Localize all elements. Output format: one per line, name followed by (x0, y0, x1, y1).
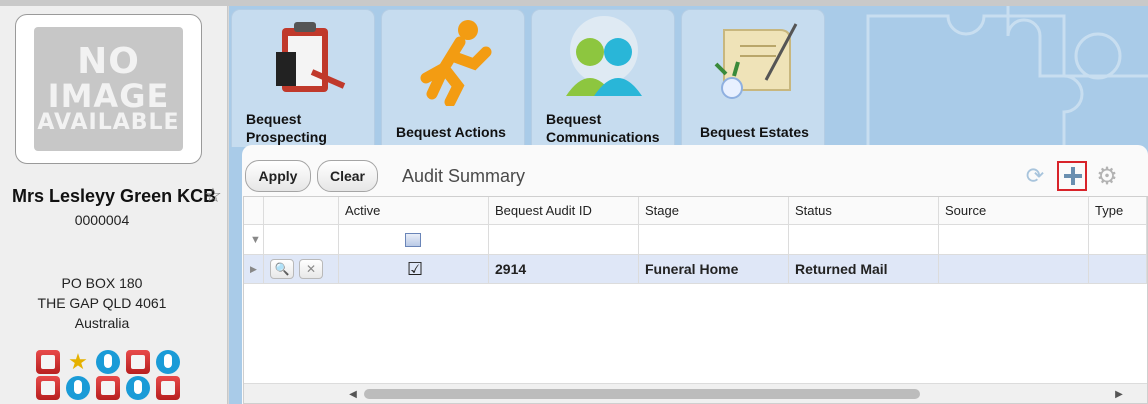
scrollbar-thumb[interactable] (364, 389, 920, 399)
view-record-search-icon[interactable]: 🔍 (270, 259, 294, 279)
column-header-type[interactable]: Type (1089, 197, 1147, 224)
audit-grid: Active Bequest Audit ID Stage Status Sou… (243, 196, 1148, 404)
column-header-active[interactable]: Active (339, 197, 489, 224)
filter-status[interactable] (789, 225, 939, 254)
cell-stage[interactable]: Funeral Home (639, 255, 789, 283)
tab-label: Bequest Actions (396, 124, 506, 140)
filter-source[interactable] (939, 225, 1089, 254)
active-checkmark-icon[interactable]: ☑ (407, 260, 423, 278)
clipboard-icon (276, 22, 346, 92)
hand-icon[interactable] (66, 376, 90, 400)
grid-filter-row: ▼ (244, 225, 1147, 255)
people-icon (566, 16, 642, 96)
hand-icon[interactable] (126, 376, 150, 400)
grid-header-row: Active Bequest Audit ID Stage Status Sou… (244, 197, 1147, 225)
cell-bequest-audit-id[interactable]: 2914 (489, 255, 639, 283)
clear-button[interactable]: Clear (317, 160, 378, 192)
tab-bequest-prospecting[interactable]: Bequest Prospecting (231, 9, 375, 147)
column-header-source[interactable]: Source (939, 197, 1089, 224)
no-image-text-line: IMAGE (47, 77, 170, 115)
address-line-2: THE GAP QLD 4061 (37, 295, 167, 311)
tab-bequest-estates[interactable]: Bequest Estates (681, 9, 825, 147)
refresh-icon[interactable]: ⟳ (1022, 163, 1048, 189)
tab-label: Bequest Communications (546, 111, 660, 145)
column-header-status[interactable]: Status (789, 197, 939, 224)
table-row[interactable]: ▶ 🔍 ✕ ☑ 2914 Funeral Home Returned Mail (244, 255, 1147, 284)
cell-status[interactable]: Returned Mail (789, 255, 939, 283)
no-image-text-line: NO (77, 41, 140, 82)
horizontal-scrollbar[interactable]: ◀ ▶ (244, 383, 1147, 403)
scroll-left-arrow-icon[interactable]: ◀ (344, 384, 362, 404)
no-image-text-line: AVAILABLE (37, 110, 180, 135)
apply-button[interactable]: Apply (245, 160, 311, 192)
main-area: Bequest Prospecting Bequest Actions Bequ… (229, 6, 1148, 404)
favorite-star-icon[interactable]: ☆ (204, 186, 222, 206)
column-header-stage[interactable]: Stage (639, 197, 789, 224)
tab-label: Bequest Prospecting (246, 111, 327, 145)
running-man-icon (420, 20, 492, 106)
filter-active-checkbox[interactable] (405, 232, 421, 247)
add-record-button[interactable] (1057, 161, 1087, 191)
contact-photo[interactable]: NO IMAGE AVAILABLE (15, 14, 202, 164)
filter-icon: ▼ (250, 233, 261, 246)
contact-id: 0000004 (74, 212, 130, 228)
document-icon[interactable] (36, 376, 60, 400)
document-icon[interactable] (126, 350, 150, 374)
tab-bequest-communications[interactable]: Bequest Communications (531, 9, 675, 147)
address-line-3: Australia (74, 315, 130, 331)
scroll-right-arrow-icon[interactable]: ▶ (1110, 384, 1128, 404)
document-icon[interactable] (36, 350, 60, 374)
tab-bequest-actions[interactable]: Bequest Actions (381, 9, 525, 147)
tab-label: Bequest Estates (700, 124, 809, 140)
cell-type[interactable] (1089, 255, 1147, 283)
puzzle-background-icon (866, 6, 1148, 154)
cell-source[interactable] (939, 255, 1089, 283)
document-icon[interactable] (96, 376, 120, 400)
audit-summary-panel: Apply Clear Audit Summary ⟳ ⚙ Active Beq… (242, 145, 1148, 404)
hand-icon[interactable] (96, 350, 120, 374)
cell-active[interactable]: ☑ (339, 255, 489, 283)
filter-active[interactable] (339, 225, 489, 254)
contact-name: Mrs Lesleyy Green KCB (12, 186, 217, 206)
page-title: Audit Summary (402, 166, 526, 186)
no-image-placeholder: NO IMAGE AVAILABLE (34, 27, 183, 151)
address-line-1: PO BOX 180 (61, 275, 143, 291)
hand-icon[interactable] (156, 350, 180, 374)
award-star-icon[interactable]: ★ (66, 350, 90, 374)
delete-record-close-icon[interactable]: ✕ (299, 259, 323, 279)
gear-icon[interactable]: ⚙ (1094, 163, 1120, 190)
filter-stage[interactable] (639, 225, 789, 254)
filter-type[interactable] (1089, 225, 1147, 254)
column-header-bequest-audit-id[interactable]: Bequest Audit ID (489, 197, 639, 224)
document-icon[interactable] (156, 376, 180, 400)
status-badges: ★ (36, 350, 186, 400)
will-scroll-icon (714, 23, 798, 99)
filter-bequest-audit-id[interactable] (489, 225, 639, 254)
row-indicator-icon: ▶ (250, 263, 257, 274)
contact-panel: NO IMAGE AVAILABLE Mrs Lesleyy Green KCB… (0, 6, 228, 404)
